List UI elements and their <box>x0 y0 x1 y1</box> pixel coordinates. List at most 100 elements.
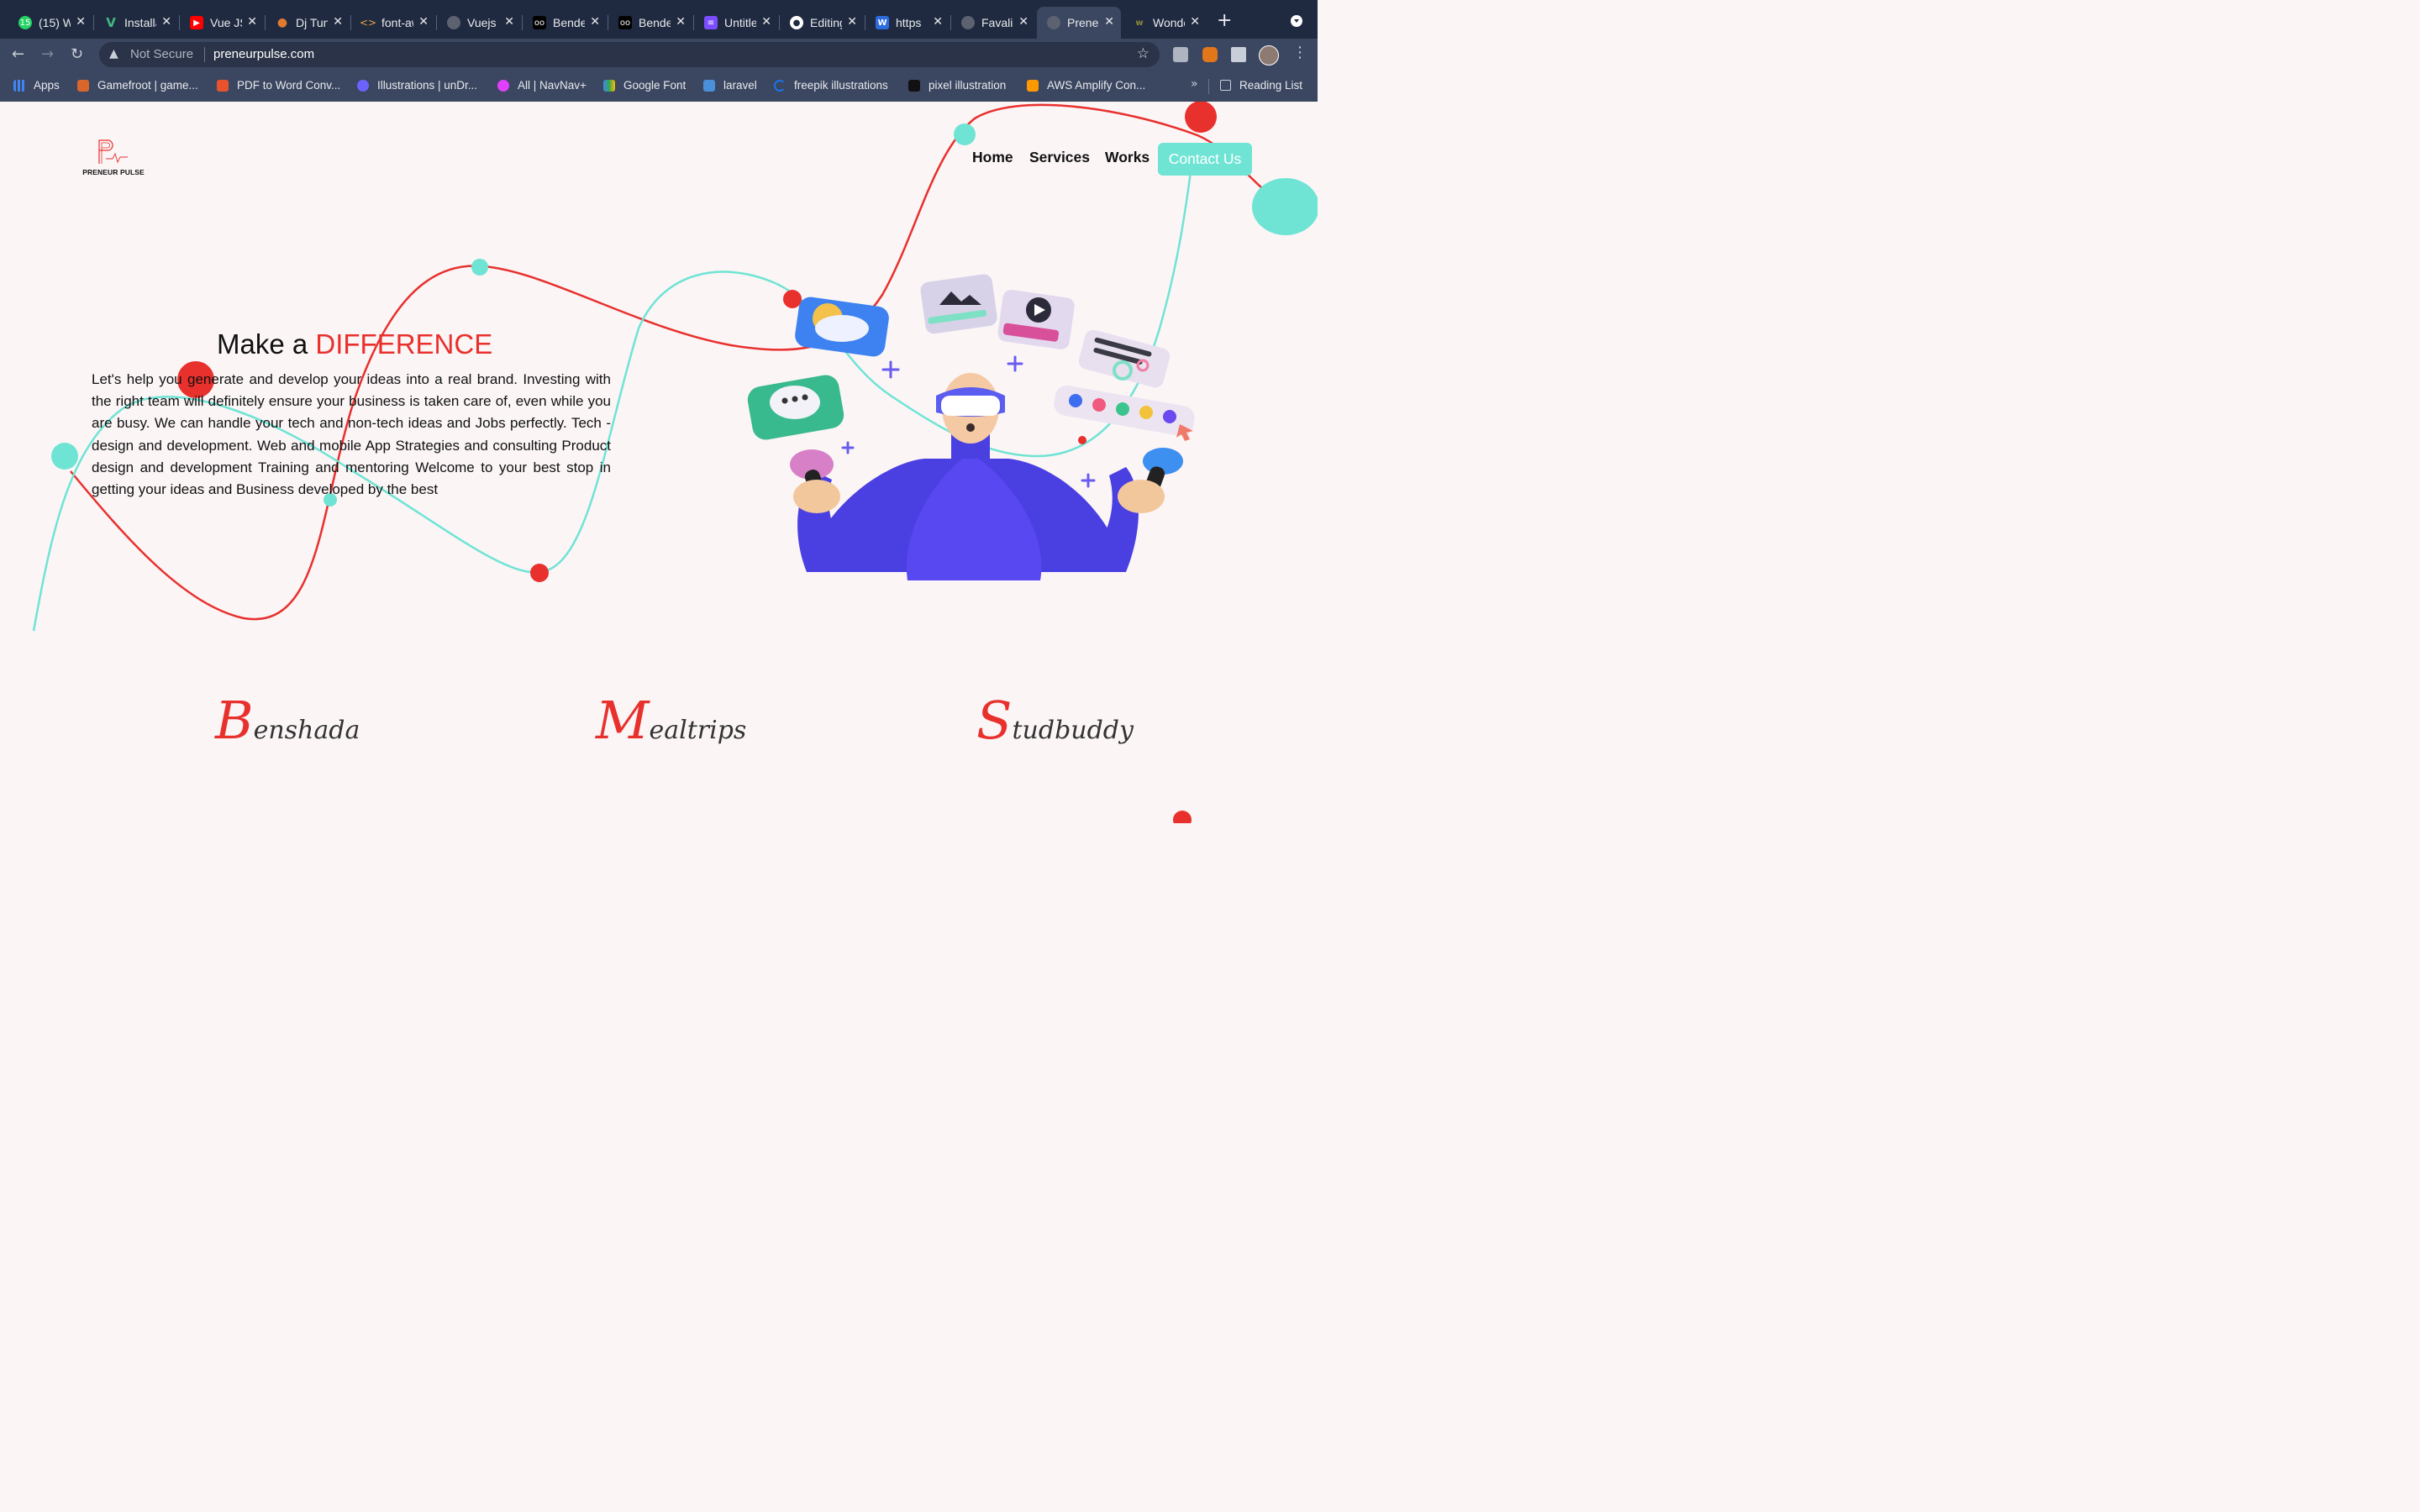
tab-wonder[interactable]: w Wonder ✕ <box>1123 7 1207 39</box>
tab-vuejs[interactable]: Vuejs ✕ <box>437 7 521 39</box>
address-bar[interactable]: ▲ Not Secure preneurpulse.com ☆ <box>99 42 1160 67</box>
close-icon[interactable]: ✕ <box>247 15 257 29</box>
tab-title: font-awesome <box>381 16 413 29</box>
tab-title: Bender <box>553 16 585 29</box>
bookmark-label: Apps <box>34 79 60 92</box>
close-icon[interactable]: ✕ <box>418 15 429 29</box>
bookmark-label: Google Font <box>623 79 687 92</box>
work-mealtrips[interactable]: Mealtrips <box>596 690 746 751</box>
close-icon[interactable]: ✕ <box>1018 15 1028 29</box>
bookmark-label: PDF to Word Conv... <box>237 79 341 92</box>
tab-preneur-pulse[interactable]: Preneur Pulse ✕ <box>1037 7 1121 39</box>
site-logo[interactable]: PRENEUR PULSE <box>82 139 145 177</box>
new-tab-button[interactable]: + <box>1217 10 1232 31</box>
browser-toolbar: ← → ↻ ▲ Not Secure preneurpulse.com ☆ ⋮ <box>0 39 1318 72</box>
reading-list-icon <box>1220 80 1231 91</box>
gamefroot-icon <box>77 79 89 92</box>
forward-icon[interactable]: → <box>41 45 54 63</box>
close-icon[interactable]: ✕ <box>76 15 86 29</box>
tab-strip: 15 (15) WhatsApp ✕ V Installation ✕ ▶ Vu… <box>0 0 1318 39</box>
warning-icon: ▲ <box>109 47 118 60</box>
close-icon[interactable]: ✕ <box>1190 15 1200 29</box>
work-benshada[interactable]: Benshada <box>215 690 360 751</box>
bookmark-label: AWS Amplify Con... <box>1047 79 1146 92</box>
tab-bender-1[interactable]: oo Bender ✕ <box>523 7 607 39</box>
bookmark-aws-amplify[interactable]: AWS Amplify Con... <box>1027 79 1145 92</box>
close-icon[interactable]: ✕ <box>676 15 686 29</box>
tab-title: Untitled <box>724 16 756 29</box>
close-icon[interactable]: ✕ <box>504 15 514 29</box>
tab-github[interactable]: ● Editing ✕ <box>780 7 864 39</box>
bookmark-gamefroot[interactable]: Gamefroot | game... <box>77 79 198 92</box>
bookmark-undraw[interactable]: Illustrations | unDr... <box>357 79 477 92</box>
close-icon[interactable]: ✕ <box>761 15 771 29</box>
tab-title: Installation <box>124 16 156 29</box>
bookmarks-overflow-icon[interactable]: » <box>1191 77 1198 91</box>
tab-search-icon[interactable] <box>1291 15 1302 27</box>
extensions-puzzle-icon[interactable] <box>1231 47 1246 62</box>
tab-title: (15) WhatsApp <box>39 16 71 29</box>
work-studbuddy[interactable]: Studbuddy <box>976 690 1134 751</box>
tab-https[interactable]: W https ✕ <box>865 7 950 39</box>
youtube-icon: ▶ <box>190 16 203 29</box>
tab-bender-2[interactable]: oo Bender ✕ <box>608 7 692 39</box>
tab-title: Editing <box>810 16 842 29</box>
bookmark-star-icon[interactable]: ☆ <box>1137 45 1150 62</box>
reload-icon[interactable]: ↻ <box>71 45 83 63</box>
bookmark-label: laravel <box>723 79 757 92</box>
bookmark-laravel[interactable]: laravel <box>703 79 757 92</box>
bookmark-apps[interactable]: Apps <box>13 79 60 92</box>
close-icon[interactable]: ✕ <box>161 15 171 29</box>
contact-us-button[interactable]: Contact Us <box>1158 143 1252 176</box>
tab-title: Dj Tunes <box>296 16 328 29</box>
close-icon[interactable]: ✕ <box>933 15 943 29</box>
google-fonts-icon <box>603 79 615 92</box>
nav-works[interactable]: Works <box>1105 149 1150 166</box>
bookmark-label: All | NavNav+ <box>518 79 587 92</box>
laravel-icon <box>703 79 715 92</box>
teal-dot <box>954 123 976 145</box>
text-card-icon <box>1078 329 1171 388</box>
glasses-icon: oo <box>618 16 632 29</box>
bookmark-freepik[interactable]: freepik illustrations <box>774 79 888 92</box>
metamask-fox-icon[interactable] <box>1202 47 1218 62</box>
url-text[interactable]: preneurpulse.com <box>213 47 314 61</box>
tab-dj[interactable]: ● Dj Tunes ✕ <box>266 7 350 39</box>
bookmark-navnav[interactable]: All | NavNav+ <box>497 79 587 92</box>
contact-us-label: Contact Us <box>1168 150 1242 167</box>
bookmark-google-font[interactable]: Google Font <box>603 79 686 92</box>
hero-title-prefix: Make a <box>217 328 316 360</box>
bookmark-pdf-to-word[interactable]: PDF to Word Conv... <box>217 79 340 92</box>
nav-home[interactable]: Home <box>972 149 1013 166</box>
tab-favalicon[interactable]: Favalicon ✕ <box>951 7 1035 39</box>
tab-installation[interactable]: V Installation ✕ <box>94 7 178 39</box>
tab-title: Bender <box>639 16 671 29</box>
bookmarks-divider <box>1208 79 1209 94</box>
profile-avatar[interactable] <box>1259 45 1279 66</box>
tab-title: Favalicon <box>981 16 1013 29</box>
w-wave-icon: w <box>1135 18 1144 28</box>
tab-whatsapp[interactable]: 15 (15) WhatsApp ✕ <box>8 7 92 39</box>
tab-untitled[interactable]: ≡ Untitled ✕ <box>694 7 778 39</box>
camera-icon[interactable] <box>1173 47 1188 62</box>
nav-services[interactable]: Services <box>1029 149 1090 166</box>
back-icon[interactable]: ← <box>12 45 24 63</box>
red-dot <box>530 564 549 582</box>
close-icon[interactable]: ✕ <box>590 15 600 29</box>
red-dot <box>1185 102 1217 133</box>
close-icon[interactable]: ✕ <box>1104 15 1114 29</box>
chat-bubble-icon <box>747 375 844 440</box>
apps-grid-icon <box>13 79 25 92</box>
browser-menu-icon[interactable]: ⋮ <box>1292 44 1307 61</box>
bookmark-pixel-illustration[interactable]: pixel illustration <box>908 79 1006 92</box>
tab-title: Preneur Pulse <box>1067 16 1099 29</box>
work-initial: M <box>596 690 650 751</box>
close-icon[interactable]: ✕ <box>847 15 857 29</box>
reading-list-button[interactable]: Reading List <box>1220 79 1302 92</box>
close-icon[interactable]: ✕ <box>333 15 343 29</box>
tab-font-awesome[interactable]: <> font-awesome ✕ <box>351 7 435 39</box>
globe-icon <box>1047 16 1060 29</box>
tab-youtube[interactable]: ▶ Vue JS ✕ <box>180 7 264 39</box>
work-rest: ealtrips <box>649 716 747 745</box>
undraw-icon <box>357 79 369 92</box>
